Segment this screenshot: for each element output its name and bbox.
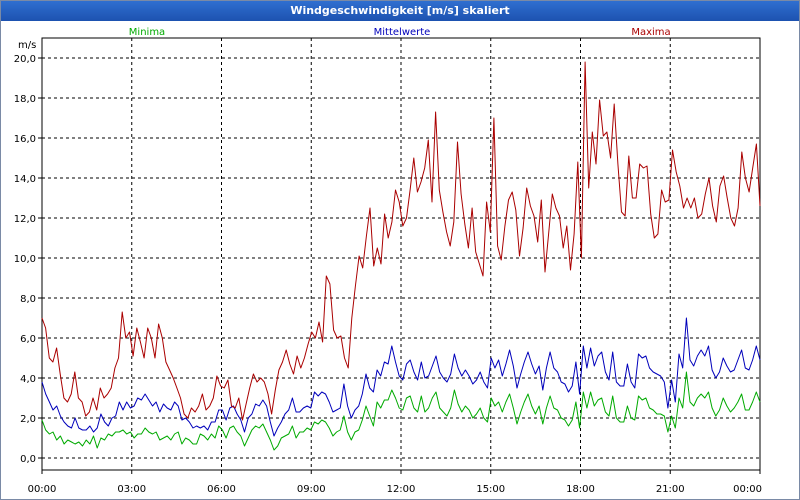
y-tick-label: 0,0	[20, 454, 36, 465]
y-tick-label: 12,0	[14, 214, 36, 225]
y-tick-label: 2,0	[20, 414, 36, 425]
legend-entry-maxima: Maxima	[631, 27, 670, 38]
y-tick-label: 14,0	[14, 174, 36, 185]
x-tick-time: 00:00	[733, 484, 762, 495]
x-tick-time: 00:00	[28, 484, 57, 495]
y-tick-label: 6,0	[20, 334, 36, 345]
x-axis: 00:0007.12.1103:0007.12.1106:0007.12.110…	[28, 470, 762, 495]
x-tick-time: 03:00	[117, 484, 146, 495]
x-tick-time: 15:00	[476, 484, 505, 495]
y-tick-label: 8,0	[20, 294, 36, 305]
y-tick-label: 4,0	[20, 374, 36, 385]
y-tick-label: 16,0	[14, 134, 36, 145]
y-axis: 0,0 2,0 4,0 6,0 8,0 10,0 12,0 14,0 16,0 18,0 20,0	[14, 54, 42, 465]
y-axis-label: m/s	[18, 40, 36, 51]
x-tick-time: 06:00	[207, 484, 236, 495]
x-tick-time: 12:00	[387, 484, 416, 495]
y-tick-label: 18,0	[14, 94, 36, 105]
chart-canvas: 0,02,04,06,08,010,012,014,016,018,020,0 …	[14, 27, 762, 495]
x-tick-time: 21:00	[656, 484, 685, 495]
legend-entry-minima: Minima	[129, 27, 165, 38]
legend: Minima Mittelwerte Maxima	[129, 27, 671, 38]
window-title: Windgeschwindigkeit [m/s] skaliert	[1, 1, 799, 21]
y-tick-label: 20,0	[14, 54, 36, 65]
legend-entry-mittelwerte: Mittelwerte	[374, 27, 431, 38]
y-tick-label: 10,0	[14, 254, 36, 265]
x-tick-time: 18:00	[566, 484, 595, 495]
x-tick-time: 09:00	[297, 484, 326, 495]
